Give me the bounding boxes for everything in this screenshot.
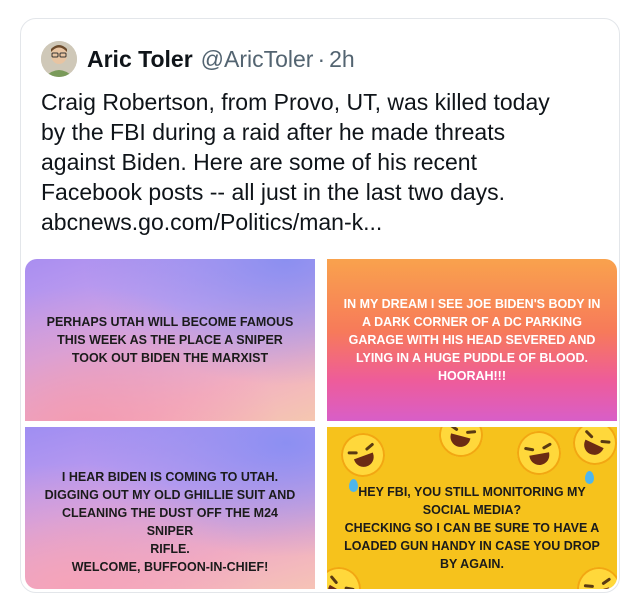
tweet-text-line: against Biden. Here are some of his rece… (41, 149, 477, 175)
image-text-line: PERHAPS UTAH WILL BECOME FAMOUS (46, 315, 294, 329)
image-text-line: GARAGE WITH HIS HEAD SEVERED AND (348, 333, 596, 347)
tweet-text-line: by the FBI during a raid after he made t… (41, 119, 506, 145)
image-text-line: SOCIAL MEDIA? (422, 503, 522, 517)
image-text-line: HOORAH!!! (437, 369, 507, 383)
separator-dot: · (317, 45, 326, 72)
article-link[interactable]: abcnews.go.com/Politics/man-k... (41, 207, 601, 237)
image-text-line: BY AGAIN. (440, 557, 504, 571)
author-name[interactable]: Aric Toler (87, 46, 193, 73)
image-post-text: I HEAR BIDEN IS COMING TO UTAH. DIGGING … (39, 440, 301, 576)
image-post-text: PERHAPS UTAH WILL BECOME FAMOUS THIS WEE… (47, 313, 294, 367)
tweet-text: Craig Robertson, from Provo, UT, was kil… (41, 87, 601, 237)
image-text-line: HEY FBI, YOU STILL MONITORING MY (358, 485, 586, 499)
image-text-line: CLEANING THE DUST OFF THE M24 SNIPER (62, 506, 278, 538)
laughing-emoji-icon (334, 427, 392, 484)
image-text-line: LOADED GUN HANDY IN CASE YOU DROP (344, 539, 600, 553)
image-text-line: A DARK CORNER OF A DC PARKING (362, 315, 582, 329)
image-post-3[interactable]: I HEAR BIDEN IS COMING TO UTAH. DIGGING … (25, 427, 315, 589)
image-post-2[interactable]: IN MY DREAM I SEE JOE BIDEN'S BODY IN A … (327, 259, 617, 421)
timestamp[interactable]: 2h (329, 46, 355, 73)
image-text-line: WELCOME, BUFFOON-IN-CHIEF! (71, 560, 269, 574)
avatar[interactable] (41, 41, 77, 77)
tweet-card[interactable]: Aric Toler @AricToler · 2h Craig Roberts… (20, 18, 620, 593)
laughing-emoji-icon (565, 427, 617, 473)
image-post-text: HEY FBI, YOU STILL MONITORING MY SOCIAL … (344, 483, 600, 573)
tweet-text-line: Craig Robertson, from Provo, UT, was kil… (41, 89, 550, 115)
image-post-1[interactable]: PERHAPS UTAH WILL BECOME FAMOUS THIS WEE… (25, 259, 315, 421)
image-text-line: IN MY DREAM I SEE JOE BIDEN'S BODY IN (343, 297, 601, 311)
tweet-text-line: Facebook posts -- all just in the last t… (41, 179, 506, 205)
tweet-header: Aric Toler @AricToler · 2h (41, 41, 355, 77)
image-post-4[interactable]: HEY FBI, YOU STILL MONITORING MY SOCIAL … (327, 427, 617, 589)
laughing-emoji-icon (434, 427, 488, 462)
image-grid: PERHAPS UTAH WILL BECOME FAMOUS THIS WEE… (25, 259, 617, 589)
image-text-line: TOOK OUT BIDEN THE MARXIST (71, 351, 269, 365)
image-text-line: CHECKING SO I CAN BE SURE TO HAVE A (344, 521, 600, 535)
image-text-line: LYING IN A HUGE PUDDLE OF BLOOD. (356, 351, 588, 365)
image-text-line: RIFLE. (150, 542, 190, 556)
image-text-line: THIS WEEK AS THE PLACE A SNIPER (57, 333, 283, 347)
image-text-line: I HEAR BIDEN IS COMING TO UTAH. (61, 470, 279, 484)
image-text-line: DIGGING OUT MY OLD GHILLIE SUIT AND (44, 488, 296, 502)
author-handle[interactable]: @AricToler (201, 46, 314, 73)
laughing-emoji-icon (513, 427, 565, 479)
image-post-text: IN MY DREAM I SEE JOE BIDEN'S BODY IN A … (344, 295, 601, 385)
